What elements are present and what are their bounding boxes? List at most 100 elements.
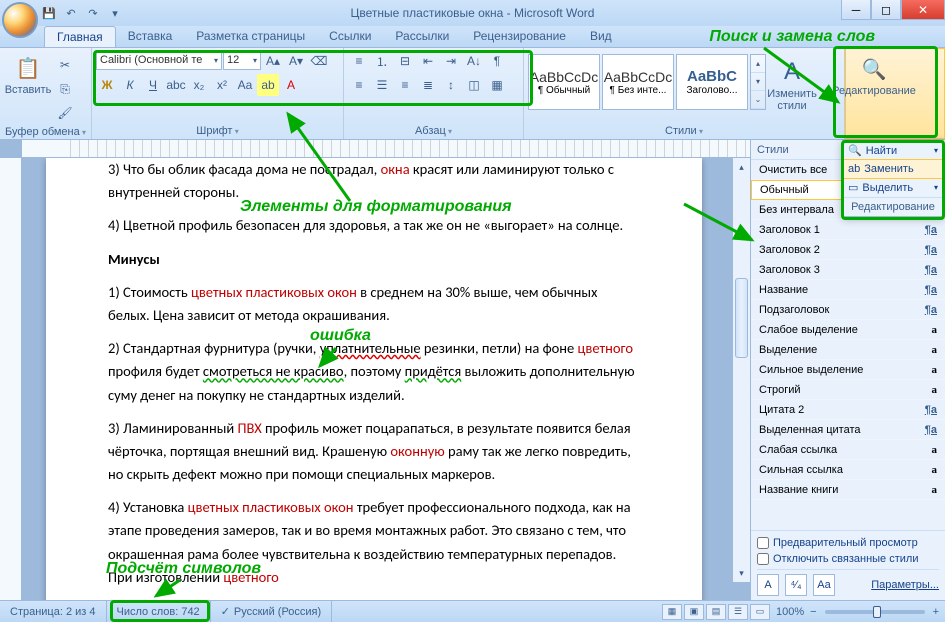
sort-button[interactable]: A↓ — [463, 50, 485, 72]
font-size-combo[interactable]: 12 — [223, 50, 261, 70]
editing-dropdown-label: Редактирование — [843, 197, 943, 216]
borders-button[interactable]: ▦ — [486, 74, 508, 96]
style-row[interactable]: Слабая ссылкаa — [751, 440, 945, 460]
zoom-in-button[interactable]: + — [933, 606, 939, 618]
bold-button[interactable]: Ж — [96, 74, 118, 96]
style-row[interactable]: Сильная ссылкаa — [751, 460, 945, 480]
save-icon[interactable]: 💾 — [40, 4, 58, 22]
subscript-button[interactable]: x₂ — [188, 74, 210, 96]
linked-checkbox[interactable]: Отключить связанные стили — [757, 551, 939, 567]
zoom-out-button[interactable]: − — [810, 606, 816, 618]
view-fullscreen[interactable]: ▣ — [684, 604, 704, 620]
change-styles-button[interactable]: A Изменить стили — [768, 54, 816, 116]
redo-icon[interactable]: ↷ — [84, 4, 102, 22]
font-color-button[interactable]: A — [280, 74, 302, 96]
vertical-ruler[interactable] — [0, 158, 22, 600]
vertical-scrollbar[interactable]: ▴ ▾ — [732, 158, 750, 582]
justify-button[interactable]: ≣ — [417, 74, 439, 96]
zoom-slider[interactable] — [825, 610, 925, 614]
style-row[interactable]: Выделенная цитата¶a — [751, 420, 945, 440]
styles-pane-footer: Предварительный просмотр Отключить связа… — [751, 530, 945, 600]
view-outline[interactable]: ☰ — [728, 604, 748, 620]
scroll-up-icon[interactable]: ▴ — [733, 158, 750, 176]
tab-insert[interactable]: Вставка — [116, 26, 185, 47]
style-row[interactable]: Строгийa — [751, 380, 945, 400]
style-row[interactable]: Заголовок 1¶a — [751, 220, 945, 240]
replace-button[interactable]: abЗаменить — [842, 159, 944, 179]
style-row[interactable]: Сильное выделениеa — [751, 360, 945, 380]
bullets-button[interactable]: ≡ — [348, 50, 370, 72]
align-right-button[interactable]: ≡ — [394, 74, 416, 96]
qat-customize-icon[interactable]: ▾ — [106, 4, 124, 22]
style-row[interactable]: Подзаголовок¶a — [751, 300, 945, 320]
find-icon: 🔍 — [860, 55, 888, 83]
paste-button[interactable]: 📋 Вставить — [4, 50, 52, 100]
style-row[interactable]: Название книгиa — [751, 480, 945, 500]
line-spacing-button[interactable]: ↕ — [440, 74, 462, 96]
italic-button[interactable]: К — [119, 74, 141, 96]
editing-button[interactable]: 🔍 Редактирование — [850, 51, 898, 101]
select-button[interactable]: ▭Выделить▾ — [843, 178, 943, 197]
strike-button[interactable]: abc — [165, 74, 187, 96]
page-indicator[interactable]: Страница: 2 из 4 — [0, 601, 107, 622]
manage-styles-icon[interactable]: Aa — [813, 574, 835, 596]
new-style-icon[interactable]: A — [757, 574, 779, 596]
scrollbar-thumb[interactable] — [735, 278, 748, 358]
tab-view[interactable]: Вид — [578, 26, 624, 47]
underline-button[interactable]: Ч — [142, 74, 164, 96]
undo-icon[interactable]: ↶ — [62, 4, 80, 22]
minimize-button[interactable]: ─ — [841, 0, 871, 20]
style-row[interactable]: Выделениеa — [751, 340, 945, 360]
grow-font-icon[interactable]: A▴ — [262, 50, 284, 72]
multilevel-button[interactable]: ⊟ — [394, 50, 416, 72]
style-row[interactable]: Слабое выделениеa — [751, 320, 945, 340]
change-case-button[interactable]: Aa — [234, 74, 256, 96]
clear-format-icon[interactable]: ⌫ — [308, 50, 330, 72]
tab-references[interactable]: Ссылки — [317, 26, 383, 47]
style-heading1[interactable]: AaBbC Заголово... — [676, 54, 748, 110]
document-area: 3) Что бы облик фасада дома не пострадал… — [0, 140, 750, 600]
style-gallery-nav[interactable]: ▴▾⌄ — [750, 54, 766, 110]
style-nospacing[interactable]: AaBbCcDc ¶ Без инте... — [602, 54, 674, 110]
preview-checkbox[interactable]: Предварительный просмотр — [757, 535, 939, 551]
format-painter-icon[interactable]: 🖌 — [54, 102, 76, 124]
style-row[interactable]: Заголовок 3¶a — [751, 260, 945, 280]
maximize-button[interactable]: ◻ — [871, 0, 901, 20]
binoculars-icon: 🔍 — [848, 144, 862, 157]
style-inspector-icon[interactable]: ⁴⁄₄ — [785, 574, 807, 596]
copy-icon[interactable]: ⎘ — [54, 78, 76, 100]
document-page[interactable]: 3) Что бы облик фасада дома не пострадал… — [46, 158, 702, 600]
font-name-combo[interactable]: Calibri (Основной те — [96, 50, 222, 70]
language-indicator[interactable]: ✓Русский (Россия) — [211, 601, 333, 622]
tab-review[interactable]: Рецензирование — [461, 26, 578, 47]
numbering-button[interactable]: ⒈ — [371, 50, 393, 72]
find-button[interactable]: 🔍Найти▾ — [843, 141, 943, 160]
tab-layout[interactable]: Разметка страницы — [184, 26, 317, 47]
shading-button[interactable]: ◫ — [463, 74, 485, 96]
shrink-font-icon[interactable]: A▾ — [285, 50, 307, 72]
style-row[interactable]: Цитата 2¶a — [751, 400, 945, 420]
view-web[interactable]: ▤ — [706, 604, 726, 620]
align-center-button[interactable]: ☰ — [371, 74, 393, 96]
cut-icon[interactable]: ✂ — [54, 54, 76, 76]
indent-dec-button[interactable]: ⇤ — [417, 50, 439, 72]
zoom-value[interactable]: 100% — [776, 606, 804, 618]
word-count[interactable]: Число слов: 742 — [107, 601, 211, 622]
tab-home[interactable]: Главная — [44, 26, 116, 47]
close-button[interactable]: ✕ — [901, 0, 945, 20]
show-marks-button[interactable]: ¶ — [486, 50, 508, 72]
highlight-button[interactable]: ab — [257, 74, 279, 96]
style-normal[interactable]: AaBbCcDc ¶ Обычный — [528, 54, 600, 110]
indent-inc-button[interactable]: ⇥ — [440, 50, 462, 72]
view-draft[interactable]: ▭ — [750, 604, 770, 620]
office-button[interactable] — [2, 2, 38, 38]
align-left-button[interactable]: ≡ — [348, 74, 370, 96]
superscript-button[interactable]: x² — [211, 74, 233, 96]
tab-mailings[interactable]: Рассылки — [383, 26, 461, 47]
style-row[interactable]: Название¶a — [751, 280, 945, 300]
view-print-layout[interactable]: ▦ — [662, 604, 682, 620]
style-row[interactable]: Заголовок 2¶a — [751, 240, 945, 260]
horizontal-ruler[interactable] — [22, 140, 750, 158]
styles-options-link[interactable]: Параметры... — [871, 579, 939, 591]
scroll-down-icon[interactable]: ▾ — [733, 564, 750, 582]
